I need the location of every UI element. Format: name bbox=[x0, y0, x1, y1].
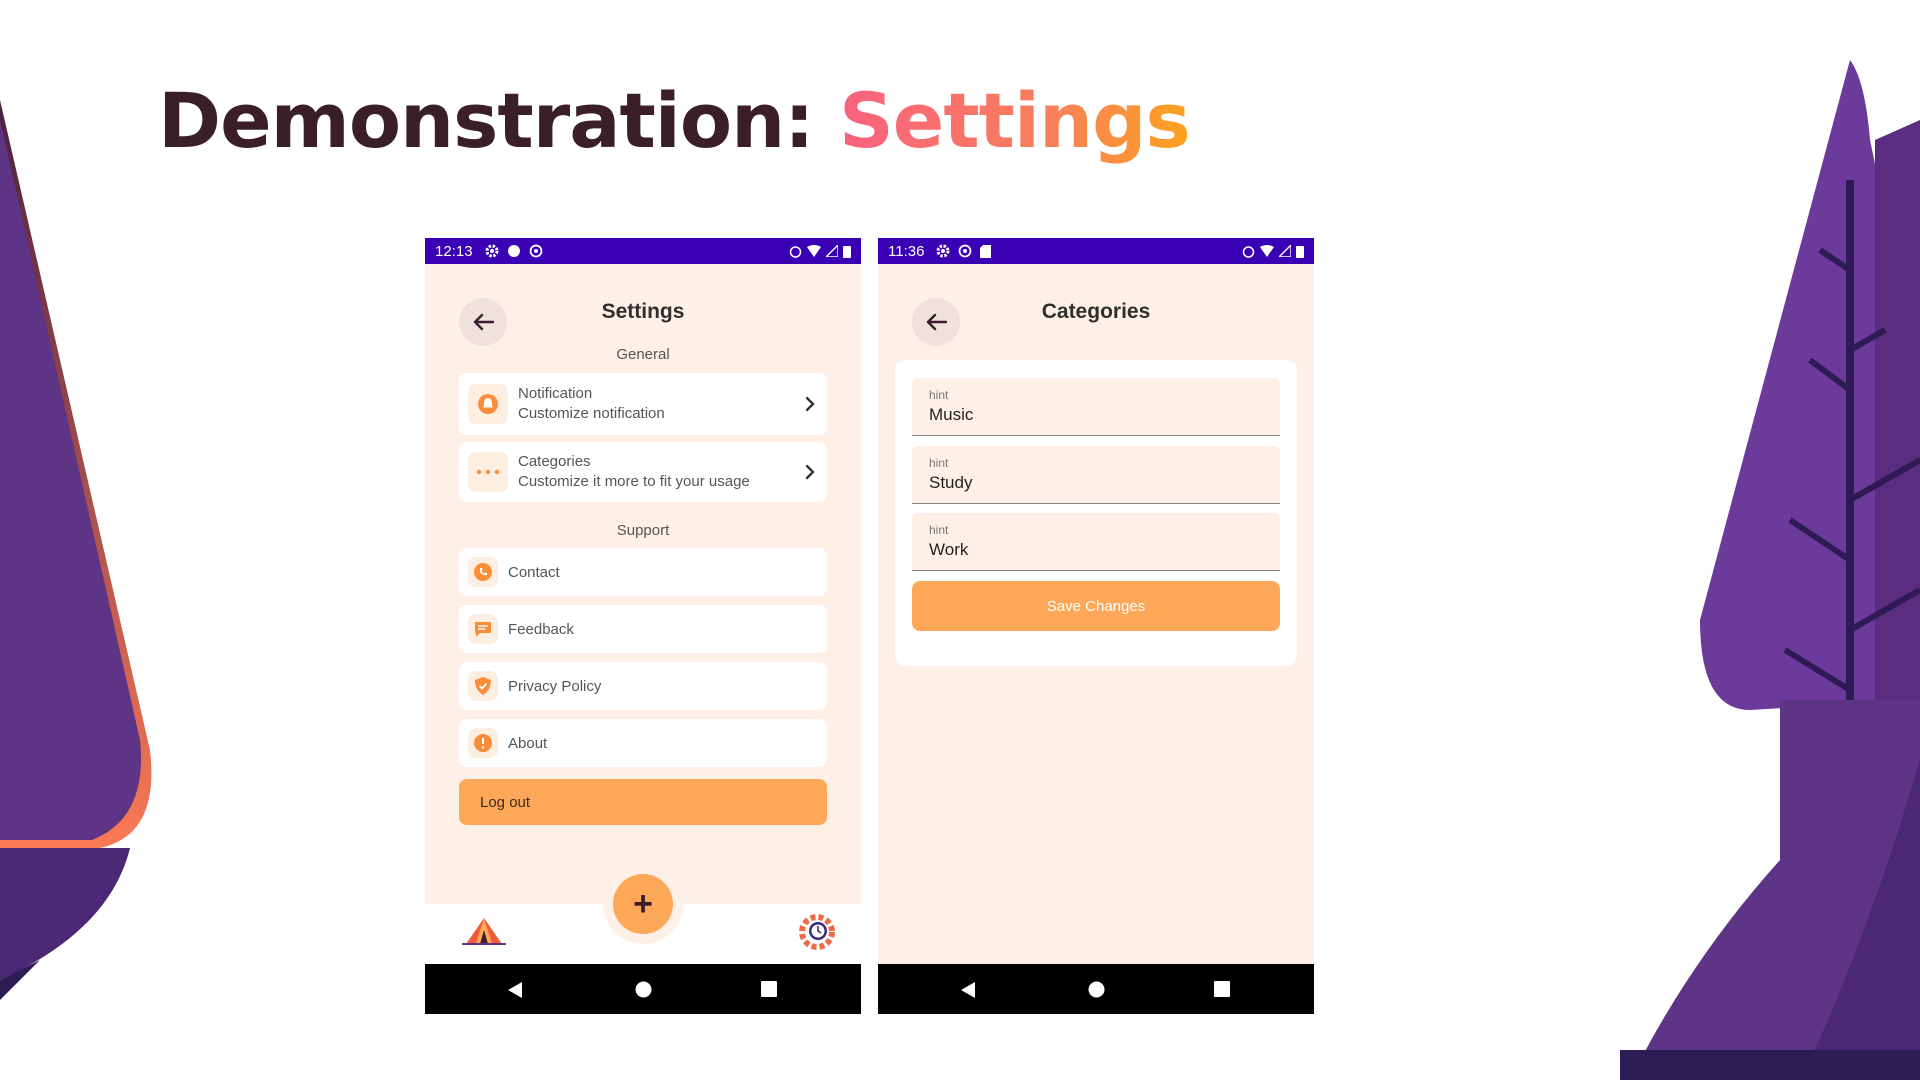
categories-subtitle: Customize it more to fit your usage bbox=[518, 473, 750, 490]
settings-item-about[interactable]: About bbox=[459, 719, 827, 767]
signal-icon bbox=[1279, 245, 1291, 257]
settings-item-contact[interactable]: Contact bbox=[459, 548, 827, 596]
android-nav-bar bbox=[878, 964, 1314, 1014]
notification-subtitle: Customize notification bbox=[518, 405, 665, 422]
section-label-general: General bbox=[616, 346, 670, 363]
contact-icon-box bbox=[468, 557, 498, 587]
android-nav-bar bbox=[425, 964, 861, 1014]
sync-icon bbox=[959, 244, 972, 258]
categories-phone-screen: 11:36 Categories hint Music hint Study h… bbox=[878, 238, 1314, 1014]
wifi-icon bbox=[807, 245, 821, 257]
left-tree-decoration bbox=[0, 100, 152, 1000]
category-field-1[interactable]: hint Music bbox=[912, 378, 1280, 436]
settings-item-categories[interactable]: Categories Customize it more to fit your… bbox=[459, 442, 827, 502]
nav-recents-icon[interactable] bbox=[761, 981, 777, 997]
status-bar: 12:13 bbox=[425, 238, 861, 264]
signal-icon bbox=[826, 245, 838, 257]
settings-item-privacy-policy[interactable]: Privacy Policy bbox=[459, 662, 827, 710]
feedback-icon-box bbox=[468, 614, 498, 644]
nav-home-icon[interactable] bbox=[1088, 981, 1105, 998]
nav-home-icon[interactable] bbox=[635, 981, 652, 998]
chevron-right-icon bbox=[805, 396, 815, 412]
info-icon bbox=[474, 734, 492, 752]
message-icon bbox=[475, 622, 491, 637]
sd-card-icon bbox=[980, 244, 992, 258]
nav-back-icon[interactable] bbox=[507, 981, 523, 999]
add-button[interactable]: + bbox=[613, 874, 673, 934]
slide-title-part2: Settings bbox=[839, 76, 1191, 165]
categories-card: hint Music hint Study hint Work Save Cha… bbox=[895, 360, 1297, 666]
screen-title: Categories bbox=[1041, 300, 1151, 323]
category-field-3[interactable]: hint Work bbox=[912, 513, 1280, 571]
battery-icon bbox=[1296, 245, 1304, 258]
field-hint: hint bbox=[929, 523, 949, 537]
logout-button[interactable]: Log out bbox=[459, 779, 827, 825]
gear-icon bbox=[485, 244, 499, 258]
clock-gear-icon[interactable] bbox=[797, 912, 837, 952]
shield-icon bbox=[475, 677, 491, 695]
feedback-label: Feedback bbox=[508, 620, 574, 638]
status-bar: 11:36 bbox=[878, 238, 1314, 264]
about-icon-box bbox=[468, 728, 498, 758]
notification-icon-box bbox=[468, 384, 508, 424]
section-label-support: Support bbox=[616, 522, 670, 539]
wifi-icon bbox=[1260, 245, 1274, 257]
category-field-2[interactable]: hint Study bbox=[912, 446, 1280, 504]
contact-label: Contact bbox=[508, 563, 560, 581]
slide-title-part1: Demonstration: bbox=[158, 76, 840, 165]
privacy-icon-box bbox=[468, 671, 498, 701]
field-value: Study bbox=[929, 473, 973, 492]
status-time: 11:36 bbox=[888, 242, 925, 260]
save-changes-button[interactable]: Save Changes bbox=[912, 581, 1280, 631]
screen-title: Settings bbox=[601, 300, 685, 323]
settings-item-feedback[interactable]: Feedback bbox=[459, 605, 827, 653]
tent-icon[interactable] bbox=[462, 916, 506, 946]
field-value: Music bbox=[929, 405, 974, 424]
nav-back-icon[interactable] bbox=[960, 981, 976, 999]
phone-icon bbox=[474, 563, 492, 581]
field-value: Work bbox=[929, 540, 969, 559]
alarm-icon bbox=[1242, 245, 1255, 258]
alarm-icon bbox=[789, 245, 802, 258]
gear-icon bbox=[936, 244, 950, 258]
settings-phone-screen: 12:13 Settings General Notification Cust… bbox=[425, 238, 861, 1014]
notification-title: Notification bbox=[518, 385, 593, 402]
settings-item-notification[interactable]: Notification Customize notification bbox=[459, 373, 827, 435]
nav-recents-icon[interactable] bbox=[1214, 981, 1230, 997]
right-tree-decoration bbox=[1620, 60, 1920, 1080]
status-time: 12:13 bbox=[435, 242, 473, 260]
categories-icon-box bbox=[468, 452, 508, 492]
about-label: About bbox=[508, 734, 548, 752]
sync-icon bbox=[529, 244, 542, 258]
battery-icon bbox=[843, 245, 851, 258]
field-hint: hint bbox=[929, 456, 949, 470]
field-hint: hint bbox=[929, 388, 949, 402]
circle-icon bbox=[507, 245, 520, 257]
bell-icon bbox=[478, 394, 498, 414]
dots-icon bbox=[476, 469, 500, 475]
privacy-policy-label: Privacy Policy bbox=[508, 677, 602, 695]
chevron-right-icon bbox=[805, 464, 815, 480]
slide-title: Demonstration: Settings bbox=[158, 76, 1191, 165]
categories-title: Categories bbox=[518, 453, 591, 470]
